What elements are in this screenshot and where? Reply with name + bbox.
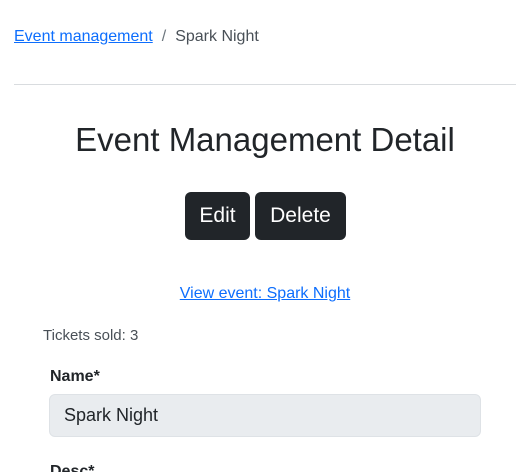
name-field-label: Name* — [50, 368, 100, 385]
breadcrumb-link-event-management[interactable]: Event management — [14, 27, 153, 47]
breadcrumb-current: Spark Night — [175, 28, 259, 45]
view-event-link[interactable]: View event: Spark Night — [180, 285, 350, 302]
view-event-container: View event: Spark Night — [0, 284, 520, 304]
name-field[interactable] — [49, 394, 481, 437]
breadcrumb: Event management / Spark Night — [14, 27, 259, 47]
header-divider — [14, 84, 516, 85]
delete-button[interactable]: Delete — [255, 192, 346, 240]
tickets-sold-text: Tickets sold: 3 — [43, 327, 139, 344]
edit-button[interactable]: Edit — [185, 192, 250, 240]
desc-field-label: Desc* — [50, 463, 95, 472]
event-detail-page: Event management / Spark Night Event Man… — [0, 0, 520, 472]
action-buttons: Edit Delete — [185, 192, 346, 240]
breadcrumb-separator: / — [161, 28, 167, 45]
page-title: Event Management Detail — [75, 121, 455, 158]
